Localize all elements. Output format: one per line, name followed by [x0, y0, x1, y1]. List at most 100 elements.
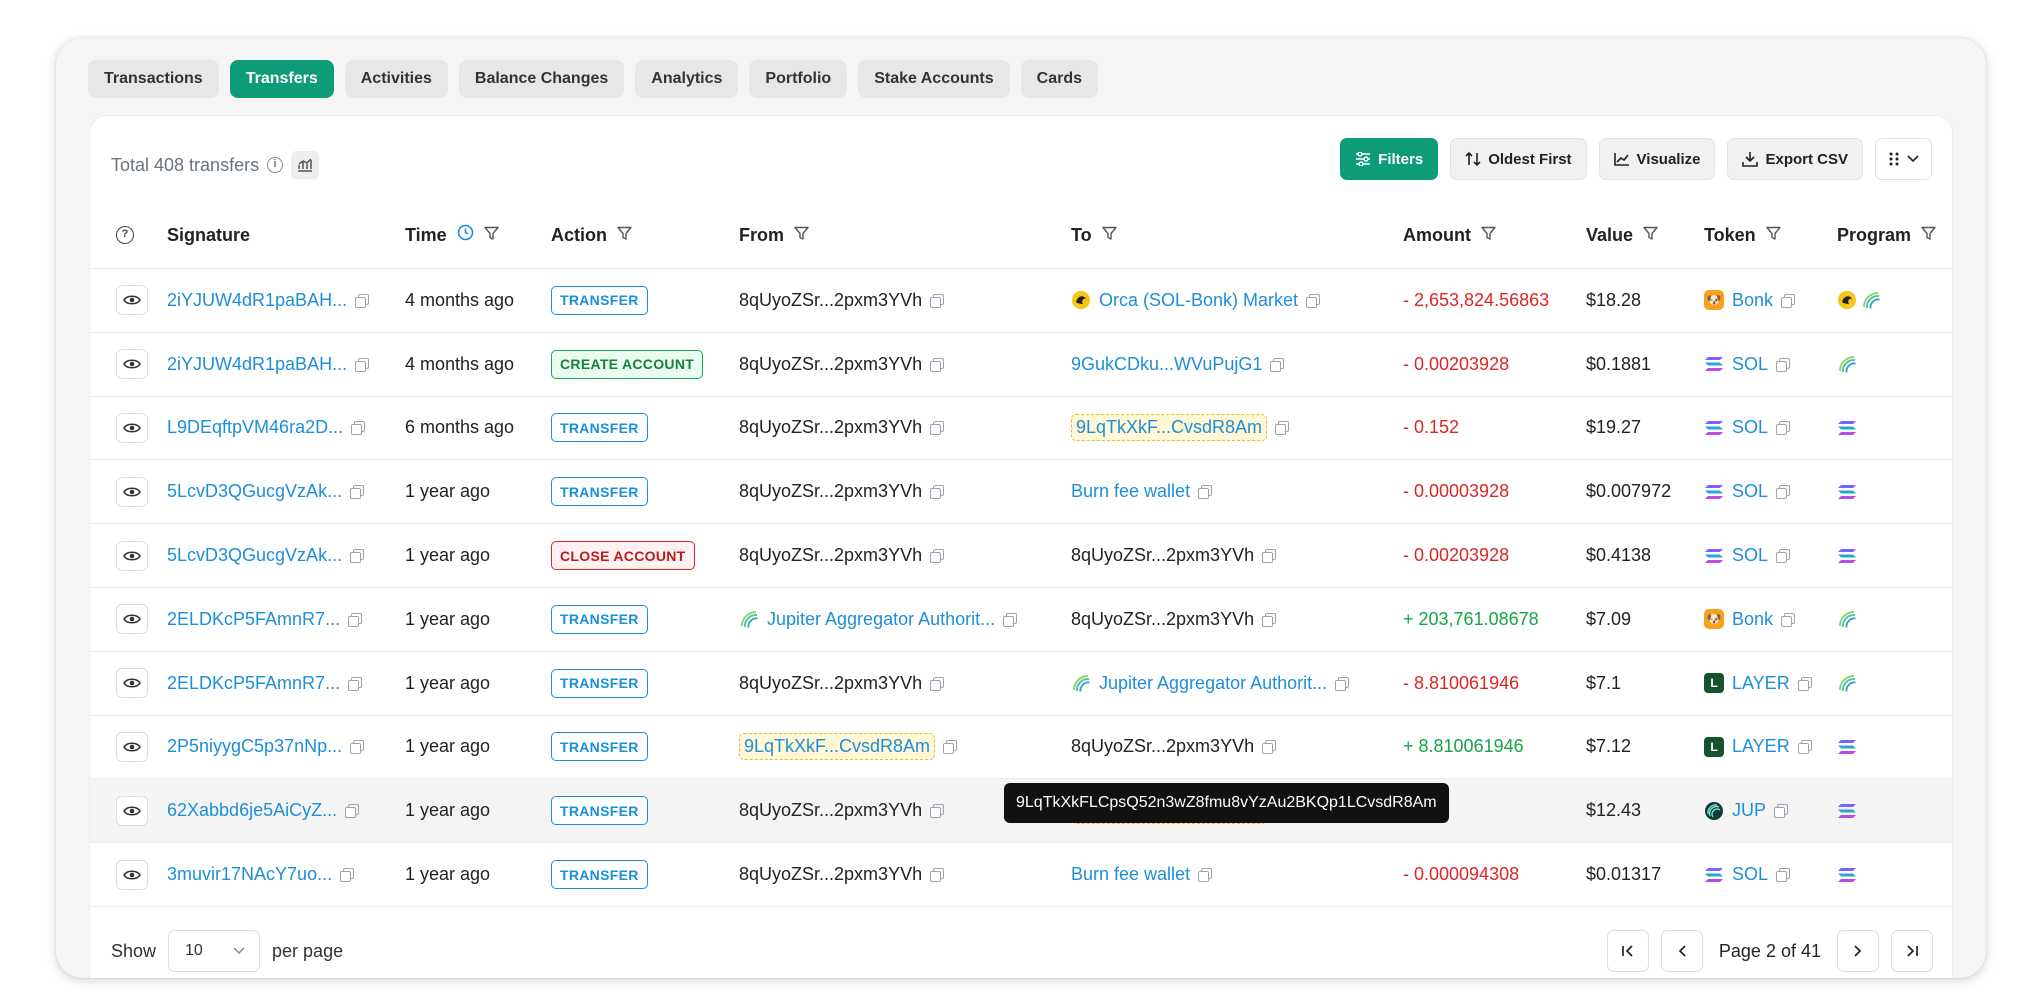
- view-details-button[interactable]: [116, 668, 148, 699]
- copy-icon[interactable]: [348, 612, 363, 627]
- sort-button[interactable]: Oldest First: [1450, 138, 1587, 180]
- view-details-button[interactable]: [116, 795, 148, 826]
- copy-icon[interactable]: [930, 293, 945, 308]
- view-details-button[interactable]: [116, 540, 148, 571]
- token-link[interactable]: Bonk: [1732, 290, 1773, 311]
- copy-icon[interactable]: [1781, 293, 1796, 308]
- filter-icon[interactable]: [1481, 225, 1496, 246]
- view-details-button[interactable]: [116, 859, 148, 890]
- copy-icon[interactable]: [930, 421, 945, 436]
- signature-link[interactable]: 2ELDKcP5FAmnR7...: [167, 609, 340, 630]
- copy-icon[interactable]: [1335, 676, 1350, 691]
- table-row[interactable]: L9DEqftpVM46ra2D... 6 months ago TRANSFE…: [90, 397, 1952, 461]
- tab-balance-changes[interactable]: Balance Changes: [458, 60, 625, 98]
- copy-icon[interactable]: [1270, 357, 1285, 372]
- copy-icon[interactable]: [348, 676, 363, 691]
- view-details-button[interactable]: [116, 604, 148, 635]
- signature-link[interactable]: 5LcvD3QGucgVzAk...: [167, 481, 342, 502]
- copy-icon[interactable]: [1003, 612, 1018, 627]
- table-row[interactable]: 5LcvD3QGucgVzAk... 1 year ago TRANSFER 8…: [90, 460, 1952, 525]
- token-link[interactable]: JUP: [1732, 800, 1766, 821]
- visualize-button[interactable]: Visualize: [1598, 138, 1716, 180]
- next-page-button[interactable]: [1837, 930, 1879, 972]
- copy-icon[interactable]: [930, 676, 945, 691]
- tab-cards[interactable]: Cards: [1020, 60, 1098, 98]
- filter-icon[interactable]: [1765, 225, 1781, 246]
- token-link[interactable]: SOL: [1732, 417, 1768, 438]
- from-address[interactable]: Jupiter Aggregator Authorit...: [767, 609, 995, 630]
- copy-icon[interactable]: [930, 868, 945, 883]
- to-address[interactable]: Burn fee wallet: [1071, 481, 1190, 502]
- table-row[interactable]: 2ELDKcP5FAmnR7... 1 year ago TRANSFER Ju…: [90, 588, 1952, 652]
- tab-activities[interactable]: Activities: [344, 60, 448, 98]
- copy-icon[interactable]: [1306, 293, 1321, 308]
- filter-icon[interactable]: [1643, 225, 1658, 246]
- filter-icon[interactable]: [1921, 225, 1936, 246]
- export-csv-button[interactable]: Export CSV: [1727, 138, 1863, 180]
- info-icon[interactable]: i: [267, 157, 284, 173]
- token-link[interactable]: Bonk: [1732, 609, 1773, 630]
- copy-icon[interactable]: [1262, 740, 1277, 755]
- token-link[interactable]: SOL: [1732, 354, 1768, 375]
- copy-icon[interactable]: [350, 549, 365, 564]
- copy-icon[interactable]: [1262, 612, 1277, 627]
- signature-link[interactable]: 2ELDKcP5FAmnR7...: [167, 673, 340, 694]
- prev-page-button[interactable]: [1660, 930, 1703, 972]
- view-details-button[interactable]: [116, 476, 148, 507]
- clock-icon[interactable]: [457, 224, 474, 246]
- signature-link[interactable]: 3muvir17NAcY7uo...: [167, 864, 332, 885]
- view-details-button[interactable]: [116, 731, 148, 762]
- table-row[interactable]: 5LcvD3QGucgVzAk... 1 year ago CLOSE ACCO…: [90, 524, 1952, 588]
- tab-analytics[interactable]: Analytics: [635, 60, 739, 98]
- view-details-button[interactable]: [116, 349, 148, 380]
- signature-link[interactable]: 2iYJUW4dR1paBAH...: [167, 354, 347, 375]
- last-page-button[interactable]: [1891, 930, 1933, 972]
- tab-stake-accounts[interactable]: Stake Accounts: [858, 60, 1010, 98]
- table-row[interactable]: 2P5niyygC5p37nNp... 1 year ago TRANSFER …: [90, 716, 1952, 780]
- to-address[interactable]: Orca (SOL-Bonk) Market: [1099, 290, 1298, 311]
- copy-icon[interactable]: [930, 549, 945, 564]
- from-address[interactable]: 9LqTkXkF...CvsdR8Am: [739, 733, 936, 761]
- copy-icon[interactable]: [1776, 357, 1791, 372]
- token-link[interactable]: LAYER: [1732, 736, 1790, 757]
- first-page-button[interactable]: [1606, 930, 1649, 972]
- chart-icon[interactable]: [291, 151, 320, 179]
- copy-icon[interactable]: [1776, 421, 1791, 436]
- tab-transactions[interactable]: Transactions: [88, 60, 219, 98]
- signature-link[interactable]: 62Xabbd6je5AiCyZ...: [167, 800, 337, 821]
- table-row[interactable]: 3muvir17NAcY7uo... 1 year ago TRANSFER 8…: [90, 843, 1952, 907]
- to-address[interactable]: Burn fee wallet: [1071, 864, 1190, 885]
- table-row[interactable]: 2iYJUW4dR1paBAH... 4 months ago CREATE A…: [90, 333, 1952, 397]
- copy-icon[interactable]: [1198, 485, 1213, 500]
- to-address[interactable]: Jupiter Aggregator Authorit...: [1099, 673, 1327, 694]
- copy-icon[interactable]: [1198, 868, 1213, 883]
- copy-icon[interactable]: [1262, 549, 1277, 564]
- copy-icon[interactable]: [1275, 421, 1290, 436]
- copy-icon[interactable]: [1776, 549, 1791, 564]
- help-icon[interactable]: ?: [116, 226, 134, 244]
- filter-icon[interactable]: [483, 225, 499, 246]
- copy-icon[interactable]: [1774, 804, 1789, 819]
- copy-icon[interactable]: [351, 421, 366, 436]
- copy-icon[interactable]: [1781, 612, 1796, 627]
- filter-icon[interactable]: [1101, 225, 1117, 246]
- view-details-button[interactable]: [116, 412, 148, 443]
- copy-icon[interactable]: [930, 485, 945, 500]
- token-link[interactable]: SOL: [1732, 864, 1768, 885]
- tab-portfolio[interactable]: Portfolio: [749, 60, 848, 98]
- signature-link[interactable]: 2iYJUW4dR1paBAH...: [167, 290, 347, 311]
- per-page-select[interactable]: 10: [168, 930, 261, 972]
- tab-transfers[interactable]: Transfers: [229, 60, 334, 98]
- copy-icon[interactable]: [350, 740, 365, 755]
- copy-icon[interactable]: [340, 868, 355, 883]
- signature-link[interactable]: 2P5niyygC5p37nNp...: [167, 736, 342, 757]
- filter-icon[interactable]: [794, 225, 809, 246]
- copy-icon[interactable]: [350, 485, 365, 500]
- filters-button[interactable]: Filters: [1340, 138, 1439, 180]
- signature-link[interactable]: 5LcvD3QGucgVzAk...: [167, 545, 342, 566]
- signature-link[interactable]: L9DEqftpVM46ra2D...: [167, 417, 343, 438]
- table-row[interactable]: 2iYJUW4dR1paBAH... 4 months ago TRANSFER…: [90, 269, 1952, 333]
- copy-icon[interactable]: [1776, 485, 1791, 500]
- view-details-button[interactable]: [116, 285, 148, 316]
- filter-icon[interactable]: [617, 225, 632, 246]
